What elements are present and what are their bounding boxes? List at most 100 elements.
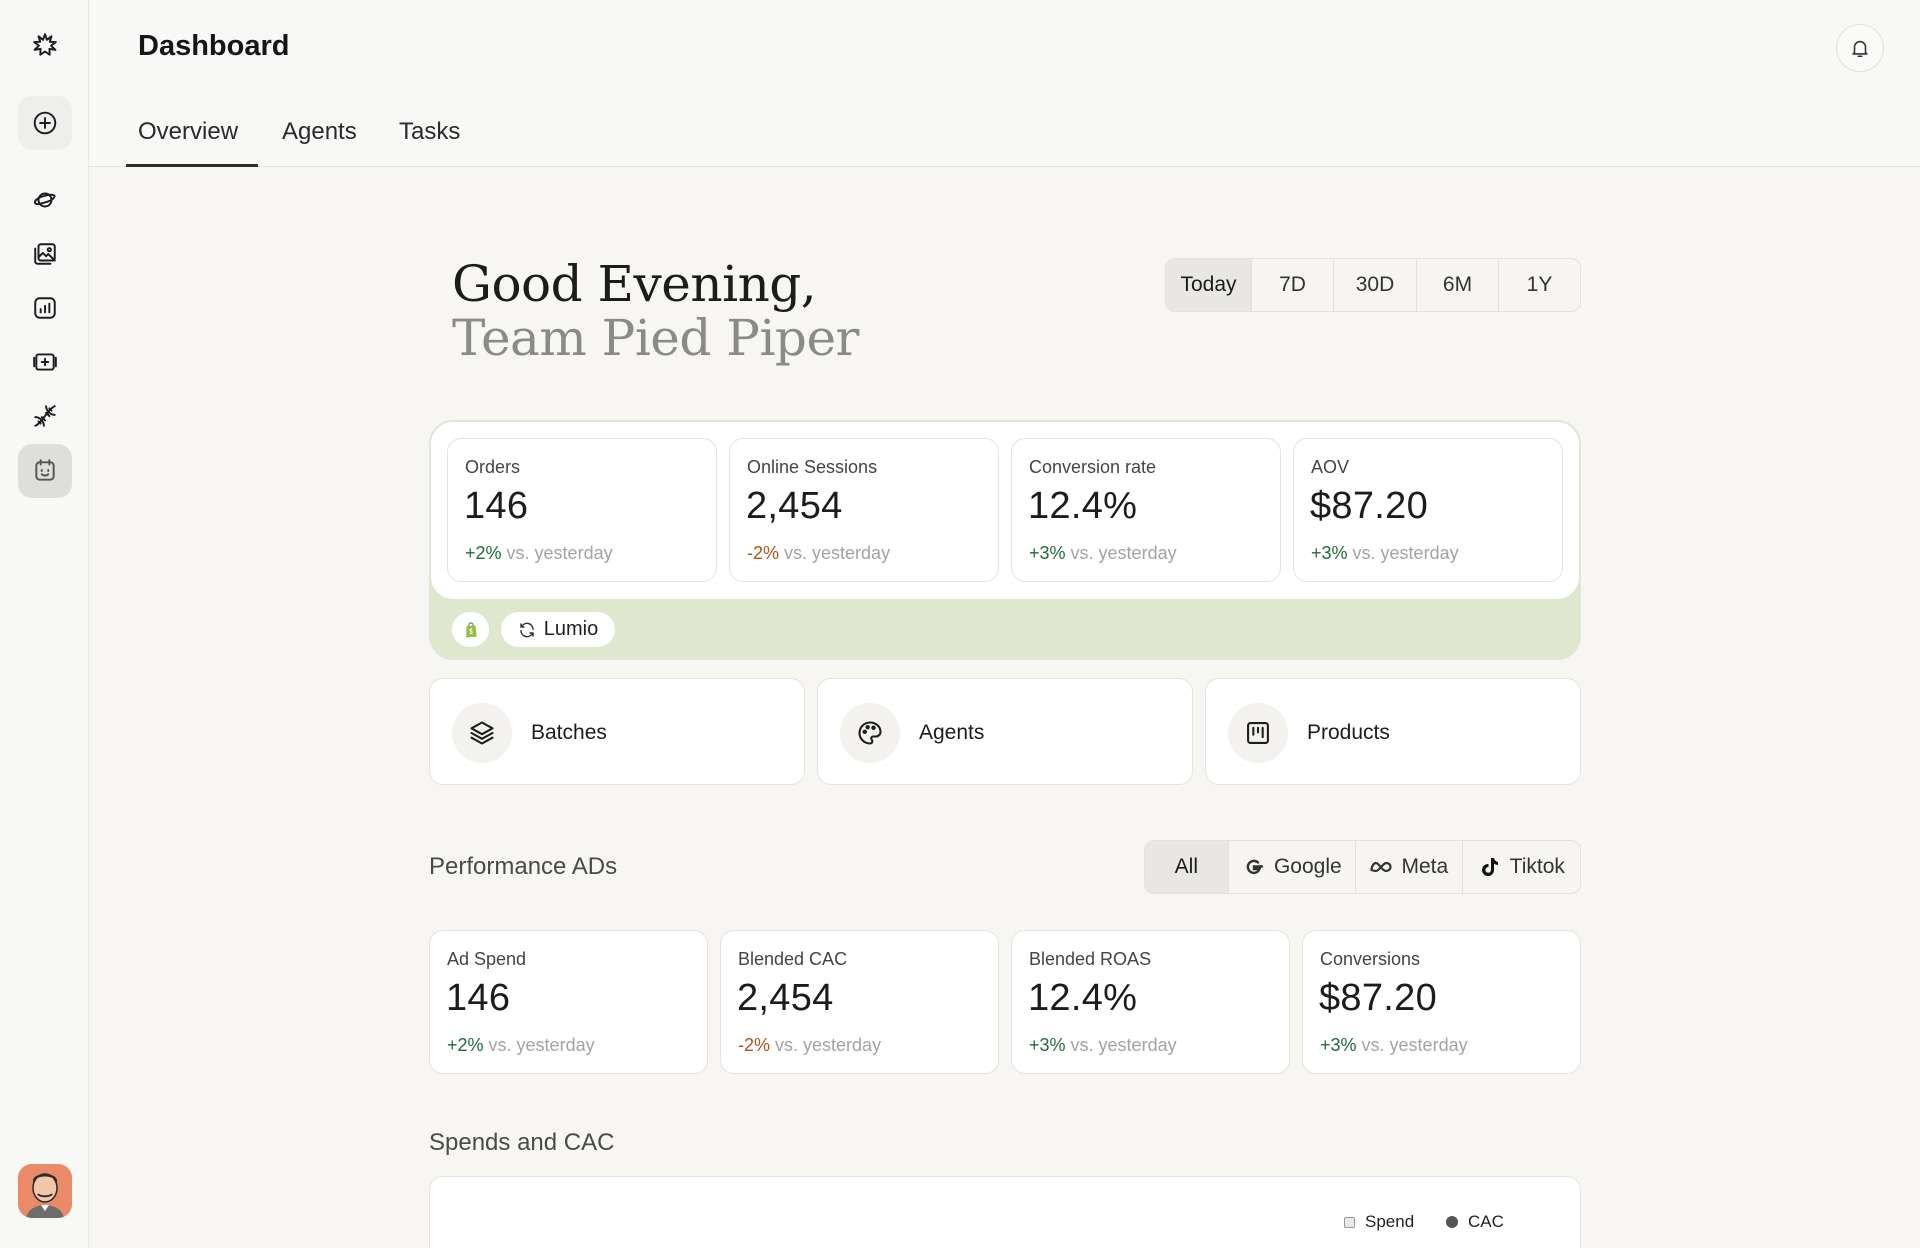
spend-swatch xyxy=(1344,1216,1355,1228)
ad-metric-label: Blended ROAS xyxy=(1029,949,1152,969)
tab-agents[interactable]: Agents xyxy=(282,118,357,146)
tab-active-indicator xyxy=(126,164,258,167)
lumio-sync-chip[interactable]: Lumio xyxy=(501,612,615,647)
cac-swatch xyxy=(1446,1216,1458,1228)
delta-suffix: vs. yesterday xyxy=(488,1035,595,1055)
range-option-30d[interactable]: 30D xyxy=(1333,259,1416,311)
filter-meta-label: Meta xyxy=(1401,855,1449,878)
planet-icon xyxy=(33,192,56,208)
spends-section-title: Spends and CAC xyxy=(429,1129,615,1156)
sidebar-item-planet[interactable] xyxy=(18,173,72,227)
delta-percent: -2% xyxy=(747,543,780,563)
delta-percent: -2% xyxy=(738,1035,771,1055)
page-title: Dashboard xyxy=(138,30,290,62)
delta-percent: +3% xyxy=(1320,1035,1357,1055)
kpi-card-orders[interactable]: Orders 146 +2% vs. yesterday xyxy=(447,438,717,582)
filter-tiktok[interactable]: Tiktok xyxy=(1461,841,1580,893)
tab-tasks[interactable]: Tasks xyxy=(399,118,460,146)
sidebar-item-calendar[interactable] xyxy=(18,444,72,498)
shortcut-products[interactable]: Products xyxy=(1205,678,1581,785)
greeting-line: Good Evening, xyxy=(452,255,817,313)
shopify-source-chip[interactable] xyxy=(452,612,489,647)
sidebar-item-analytics[interactable] xyxy=(18,281,72,335)
ad-metric-delta: +3% vs. yesterday xyxy=(1320,1035,1468,1056)
legend-spend-label: Spend xyxy=(1365,1212,1415,1231)
sync-icon xyxy=(520,622,534,637)
tiktok-icon xyxy=(1481,858,1498,876)
delta-suffix: vs. yesterday xyxy=(1070,1035,1177,1055)
kanban-icon xyxy=(1247,722,1269,744)
shopify-icon xyxy=(465,621,477,637)
ad-metric-label: Blended CAC xyxy=(738,949,848,969)
shortcut-label: Products xyxy=(1307,721,1390,744)
range-selector: Today 7D 30D 6M 1Y xyxy=(1165,258,1581,312)
delta-percent: +2% xyxy=(465,543,502,563)
ad-card-blended-roas[interactable]: Blended ROAS 12.4% +3% vs. yesterday xyxy=(1011,930,1290,1074)
ad-card-conversions[interactable]: Conversions $87.20 +3% vs. yesterday xyxy=(1302,930,1581,1074)
palette-icon xyxy=(858,721,882,745)
kpi-value: $87.20 xyxy=(1310,485,1429,527)
filter-tiktok-label: Tiktok xyxy=(1509,855,1565,878)
range-option-1y[interactable]: 1Y xyxy=(1498,259,1580,311)
sidebar-item-gallery[interactable] xyxy=(18,227,72,281)
filter-google[interactable]: Google xyxy=(1227,841,1355,893)
delta-suffix: vs. yesterday xyxy=(784,543,891,563)
ad-card-ad-spend[interactable]: Ad Spend 146 +2% vs. yesterday xyxy=(429,930,708,1074)
gallery-icon xyxy=(34,243,56,265)
tab-overview[interactable]: Overview xyxy=(138,118,238,146)
ad-metric-delta: -2% vs. yesterday xyxy=(738,1035,881,1056)
first-aid-icon xyxy=(33,353,57,371)
layers-icon xyxy=(470,721,494,745)
new-button[interactable] xyxy=(18,96,72,150)
delta-suffix: vs. yesterday xyxy=(1352,543,1459,563)
ad-card-blended-cac[interactable]: Blended CAC 2,454 -2% vs. yesterday xyxy=(720,930,999,1074)
legend-cac[interactable]: CAC xyxy=(1446,1212,1504,1232)
kpi-label: Conversion rate xyxy=(1029,457,1157,477)
notifications-button[interactable] xyxy=(1836,24,1884,72)
kpi-card-online-sessions[interactable]: Online Sessions 2,454 -2% vs. yesterday xyxy=(729,438,999,582)
filter-google-label: Google xyxy=(1273,855,1342,878)
shortcut-label: Batches xyxy=(531,721,607,744)
greeting-team: Team Pied Piper xyxy=(452,309,859,367)
analytics-icon xyxy=(34,297,56,319)
ad-metric-label: Conversions xyxy=(1320,949,1421,969)
sidebar-item-dna[interactable] xyxy=(18,389,72,443)
kpi-value: 2,454 xyxy=(746,485,843,527)
dna-icon xyxy=(34,405,56,427)
range-option-today[interactable]: Today xyxy=(1166,259,1251,311)
google-icon xyxy=(1246,859,1264,875)
layers-icon-wrap xyxy=(452,703,512,763)
kpi-card-conversion-rate[interactable]: Conversion rate 12.4% +3% vs. yesterday xyxy=(1011,438,1281,582)
ad-metric-value: 2,454 xyxy=(737,977,834,1019)
sidebar-item-health[interactable] xyxy=(18,335,72,389)
ad-metric-delta: +3% vs. yesterday xyxy=(1029,1035,1177,1056)
logo-icon[interactable] xyxy=(18,18,72,72)
sync-label: Lumio xyxy=(543,618,599,640)
user-avatar[interactable] xyxy=(18,1164,72,1218)
filter-all[interactable]: All xyxy=(1145,841,1228,893)
shortcut-batches[interactable]: Batches xyxy=(429,678,805,785)
legend-cac-label: CAC xyxy=(1468,1212,1504,1231)
ad-metric-label: Ad Spend xyxy=(447,949,527,969)
ad-platform-filter: All Google Meta Tiktok xyxy=(1144,840,1581,894)
shortcut-agents[interactable]: Agents xyxy=(817,678,1193,785)
delta-suffix: vs. yesterday xyxy=(1361,1035,1468,1055)
kpi-card-aov[interactable]: AOV $87.20 +3% vs. yesterday xyxy=(1293,438,1563,582)
kpi-delta: +2% vs. yesterday xyxy=(465,543,613,564)
range-option-7d[interactable]: 7D xyxy=(1251,259,1333,311)
delta-percent: +2% xyxy=(447,1035,484,1055)
ad-metric-value: 146 xyxy=(446,977,511,1019)
shortcut-label: Agents xyxy=(919,721,985,744)
delta-suffix: vs. yesterday xyxy=(775,1035,882,1055)
kanban-icon-wrap xyxy=(1228,703,1288,763)
kpi-delta: +3% vs. yesterday xyxy=(1029,543,1177,564)
kpi-delta: +3% vs. yesterday xyxy=(1311,543,1459,564)
delta-percent: +3% xyxy=(1029,543,1066,563)
range-option-6m[interactable]: 6M xyxy=(1416,259,1498,311)
delta-percent: +3% xyxy=(1311,543,1348,563)
ad-metric-value: 12.4% xyxy=(1028,977,1138,1019)
plus-circle-icon xyxy=(33,111,57,135)
delta-suffix: vs. yesterday xyxy=(1070,543,1177,563)
filter-meta[interactable]: Meta xyxy=(1355,841,1462,893)
legend-spend[interactable]: Spend xyxy=(1344,1212,1414,1232)
